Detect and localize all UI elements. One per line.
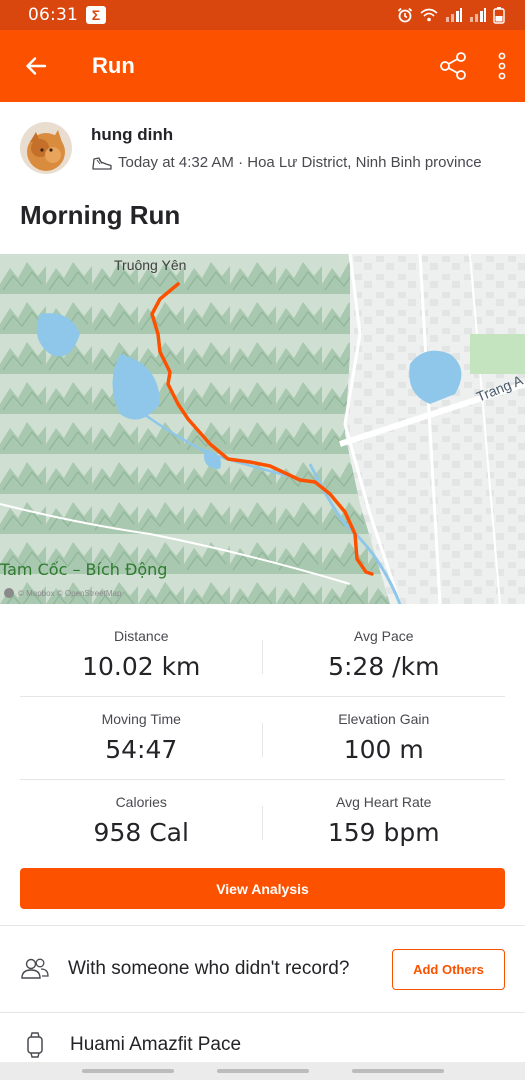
battery-icon (493, 6, 505, 24)
with-someone-text: With someone who didn't record? (68, 958, 350, 979)
stat-row: Distance 10.02 km Avg Pace 5:28 /km (20, 614, 505, 697)
with-others-row: With someone who didn't record? Add Othe… (20, 938, 505, 1000)
nav-handle[interactable] (81, 1069, 174, 1073)
nav-handle[interactable] (216, 1069, 309, 1073)
system-nav-bar (0, 1062, 525, 1080)
share-button[interactable] (427, 30, 479, 102)
divider (0, 925, 525, 926)
share-icon (440, 52, 466, 80)
stat-avg-pace: Avg Pace 5:28 /km (328, 628, 440, 681)
more-vertical-icon (498, 52, 506, 80)
back-button[interactable] (0, 30, 72, 102)
app-notification-icon: Σ (86, 6, 106, 24)
stat-elevation-gain: Elevation Gain 100 m (338, 711, 430, 764)
stat-calories: Calories 958 Cal (93, 794, 189, 847)
activity-title: Morning Run (20, 200, 181, 230)
people-icon (21, 958, 49, 979)
stats-grid: Distance 10.02 km Avg Pace 5:28 /km Movi… (20, 614, 505, 863)
back-arrow-icon (26, 57, 47, 75)
info-icon (4, 588, 14, 598)
page-title: Run (92, 53, 135, 78)
divider (0, 1012, 525, 1013)
map-place-label: Truông Yên (114, 257, 187, 273)
device-name: Huami Amazfit Pace (70, 1034, 242, 1055)
signal-icon (445, 7, 463, 23)
stat-row: Calories 958 Cal Avg Heart Rate 159 bpm (20, 780, 505, 863)
watch-icon (27, 1032, 43, 1058)
athlete-header: hung dinh Today at 4:32 AM · Hoa Lư Dist… (20, 122, 510, 178)
stat-moving-time: Moving Time 54:47 (101, 711, 181, 764)
activity-timestamp-location: Today at 4:32 AM · Hoa Lư District, Ninh… (118, 154, 482, 171)
wifi-icon (419, 7, 439, 23)
stat-row: Moving Time 54:47 Elevation Gain 100 m (20, 697, 505, 780)
device-row: Huami Amazfit Pace (26, 1032, 241, 1058)
signal-icon-secondary (469, 7, 487, 23)
map-poi-label: Tam Cốc – Bích Động (0, 560, 168, 579)
athlete-name[interactable]: hung dinh (91, 125, 482, 145)
app-bar: Run (0, 30, 525, 102)
status-bar: 06:31 Σ (0, 0, 525, 30)
map-attribution[interactable]: © Mapbox © OpenStreetMap (4, 588, 121, 598)
add-others-button[interactable]: Add Others (392, 948, 505, 990)
more-options-button[interactable] (479, 30, 525, 102)
stat-avg-heart-rate: Avg Heart Rate 159 bpm (327, 794, 440, 847)
stat-distance: Distance 10.02 km (82, 628, 201, 681)
alarm-icon (397, 7, 413, 23)
view-analysis-button[interactable]: View Analysis (20, 868, 505, 909)
route-map[interactable]: Truông Yên Tam Cốc – Bích Động Trang A ©… (0, 254, 525, 604)
shoe-icon (92, 156, 112, 170)
avatar[interactable] (20, 122, 72, 174)
status-time: 06:31 (28, 5, 78, 25)
nav-handle[interactable] (351, 1069, 444, 1073)
